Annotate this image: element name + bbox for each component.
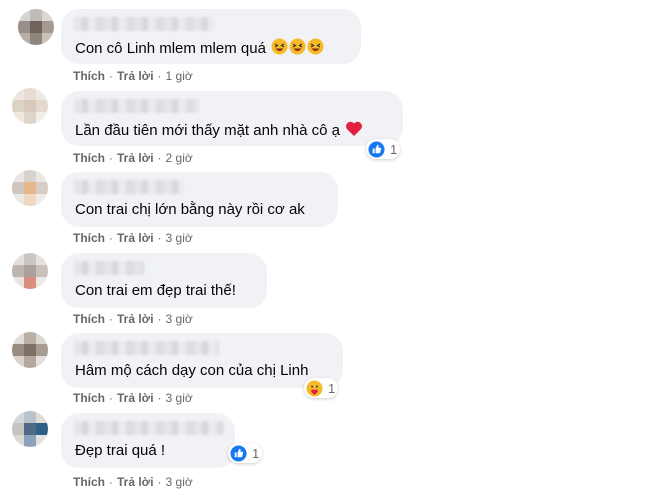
comment-actions: Thích · Trả lời · 3 giờ <box>73 312 193 326</box>
reaction-summary[interactable]: 1 <box>366 139 401 159</box>
like-action[interactable]: Thích <box>73 475 105 489</box>
blurred-author-name[interactable] <box>74 341 219 355</box>
comment-text: Con cô Linh mlem mlem quá <box>75 38 325 60</box>
timestamp[interactable]: 3 giờ <box>166 475 193 489</box>
comment-bubble: Lần đầu tiên mới thấy mặt anh nhà cô ạ <box>61 91 403 146</box>
comment-actions: Thích · Trả lời · 2 giờ <box>73 151 193 165</box>
comment-text: Lần đầu tiên mới thấy mặt anh nhà cô ạ <box>75 120 363 142</box>
blurred-author-name[interactable] <box>74 17 214 31</box>
timestamp[interactable]: 3 giờ <box>166 231 193 245</box>
comment-text: Đẹp trai quá ! <box>75 442 166 459</box>
timestamp[interactable]: 3 giờ <box>166 312 193 326</box>
avatar[interactable] <box>12 411 48 447</box>
reply-action[interactable]: Trả lời <box>117 231 154 245</box>
comment-actions: Thích · Trả lời · 3 giờ <box>73 475 193 489</box>
blurred-author-name[interactable] <box>74 421 224 435</box>
comment-text: Con trai em đẹp trai thế! <box>75 282 236 299</box>
avatar[interactable] <box>18 9 54 45</box>
comment-actions: Thích · Trả lời · 3 giờ <box>73 231 193 245</box>
like-icon <box>368 140 385 158</box>
timestamp[interactable]: 2 giờ <box>166 151 193 165</box>
like-action[interactable]: Thích <box>73 69 105 83</box>
avatar[interactable] <box>12 170 48 206</box>
comment-bubble: Con cô Linh mlem mlem quá <box>61 9 361 64</box>
reaction-count: 1 <box>390 141 398 157</box>
avatar[interactable] <box>12 332 48 368</box>
reply-action[interactable]: Trả lời <box>117 69 154 83</box>
reply-action[interactable]: Trả lời <box>117 312 154 326</box>
comment-text: Hâm mộ cách dạy con của chị Linh <box>75 362 309 379</box>
comment-bubble: Đẹp trai quá ! <box>61 413 235 468</box>
like-action[interactable]: Thích <box>73 151 105 165</box>
reaction-summary[interactable]: 1 <box>228 443 263 463</box>
comment-bubble: Hâm mộ cách dạy con của chị Linh <box>61 333 343 388</box>
like-action[interactable]: Thích <box>73 312 105 326</box>
reaction-count: 1 <box>252 445 260 461</box>
blurred-author-name[interactable] <box>74 261 144 275</box>
comment-actions: Thích · Trả lời · 3 giờ <box>73 391 193 405</box>
red-heart-emoji <box>345 120 363 142</box>
reply-action[interactable]: Trả lời <box>117 475 154 489</box>
comment-text: Con trai chị lớn bằng này rồi cơ ak <box>75 201 305 218</box>
reaction-count: 1 <box>328 380 336 396</box>
avatar[interactable] <box>12 253 48 289</box>
like-icon <box>230 444 247 462</box>
like-action[interactable]: Thích <box>73 391 105 405</box>
timestamp[interactable]: 3 giờ <box>166 391 193 405</box>
timestamp[interactable]: 1 giờ <box>166 69 193 83</box>
care-icon <box>306 379 323 397</box>
reply-action[interactable]: Trả lời <box>117 391 154 405</box>
blurred-author-name[interactable] <box>74 99 199 113</box>
reaction-summary[interactable]: 1 <box>304 378 339 398</box>
comment-bubble: Con trai chị lớn bằng này rồi cơ ak <box>61 172 338 227</box>
like-action[interactable]: Thích <box>73 231 105 245</box>
comment-bubble: Con trai em đẹp trai thế! <box>61 253 267 308</box>
laughing-emoji <box>271 38 325 60</box>
comment-actions: Thích · Trả lời · 1 giờ <box>73 69 193 83</box>
avatar[interactable] <box>12 88 48 124</box>
reply-action[interactable]: Trả lời <box>117 151 154 165</box>
blurred-author-name[interactable] <box>74 180 184 194</box>
